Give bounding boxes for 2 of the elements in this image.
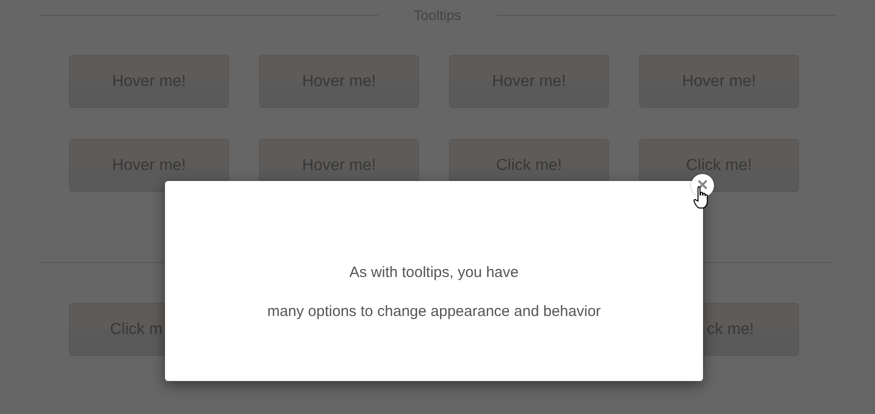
message-text: As with tooltips, you have [349, 263, 519, 282]
message-text: many options to change appearance and behavior [267, 302, 601, 321]
